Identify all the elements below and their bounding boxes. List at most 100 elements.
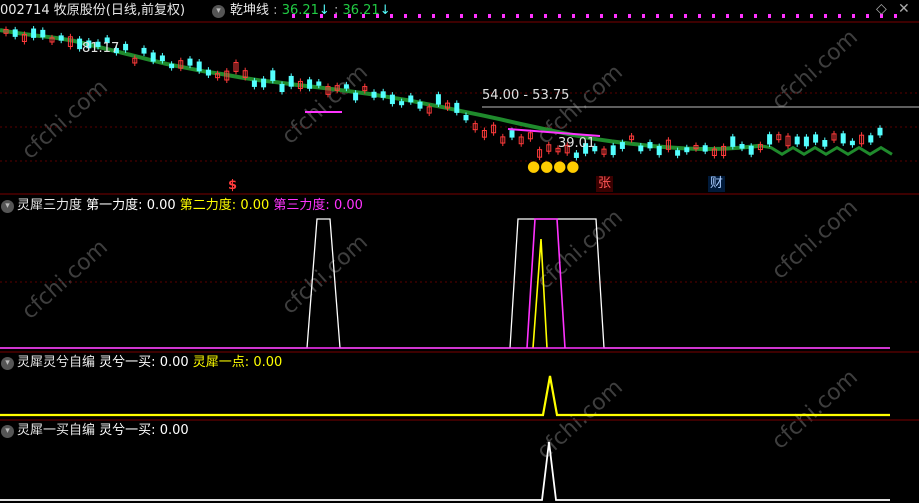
top-signal-dot xyxy=(614,14,617,18)
top-signal-dot xyxy=(852,14,855,18)
top-signal-dot xyxy=(824,14,827,18)
second-strength-series xyxy=(532,238,548,349)
watermark-layer: cfchi.com cfchi.com cfchi.com cfchi.com cfch… xyxy=(17,25,862,464)
panel2-item-3-label: 第三力度 xyxy=(273,198,326,213)
first-buy-series xyxy=(0,441,890,501)
down-arrow-icon-2: ↓ xyxy=(379,3,391,18)
lingxi-point-series xyxy=(0,375,890,417)
candle-body xyxy=(794,136,800,145)
panel4-item-1-value: 0.00 xyxy=(159,423,189,438)
top-signal-dot xyxy=(712,14,715,18)
panel3-item-2-value: 0.00 xyxy=(253,355,283,370)
candle-body xyxy=(849,140,855,146)
top-signal-dot xyxy=(502,14,505,18)
candle-body xyxy=(196,61,202,72)
cai-marker: 财 xyxy=(708,176,726,192)
candle-body xyxy=(435,94,441,105)
panel2-item-1-label: 第一力度 xyxy=(86,198,139,213)
close-icon[interactable]: ✕ xyxy=(898,1,910,17)
panel3-header: 灵犀灵兮自编 灵兮一买: 0.00 灵犀一点: 0.00 xyxy=(17,355,283,370)
candle-body xyxy=(656,146,662,156)
candle-body xyxy=(123,43,129,51)
candle-body xyxy=(77,38,83,50)
candle-body xyxy=(389,94,395,105)
candle-body xyxy=(371,91,377,98)
settings-diamond-icon[interactable]: ◇ xyxy=(876,1,887,17)
first-strength-series xyxy=(0,218,890,349)
candle-body xyxy=(417,101,423,109)
watermark-text-1: cfchi.com xyxy=(277,60,372,149)
top-signal-dot xyxy=(488,14,491,18)
top-signal-dot xyxy=(530,14,533,18)
candle-body xyxy=(702,145,708,152)
panel3-item-1-value: 0.00 xyxy=(159,355,189,370)
chart-header: 002714 牧原股份(日线,前复权) xyxy=(0,3,185,19)
top-signal-dot xyxy=(726,14,729,18)
candle-body xyxy=(813,134,819,143)
watermark-text-0: cfchi.com xyxy=(17,75,112,164)
gold-coins-icon: ●●●● xyxy=(527,157,580,175)
top-signal-dot xyxy=(516,14,519,18)
watermark-text-7: cfchi.com xyxy=(767,195,862,284)
panel3-item-2-label: 灵犀一点 xyxy=(192,355,245,370)
candle-body xyxy=(647,142,653,149)
top-signal-dot xyxy=(656,14,659,18)
indicator-name: 乾坤线 xyxy=(230,3,270,18)
candle-body xyxy=(748,145,754,155)
candle-body xyxy=(187,58,193,66)
top-signal-dot xyxy=(572,14,575,18)
candle-body xyxy=(288,75,294,87)
candle-body xyxy=(12,29,18,37)
watermark-text-9: cfchi.com xyxy=(767,365,862,454)
candle-body xyxy=(509,130,515,138)
top-signal-dot xyxy=(698,14,701,18)
candle-body xyxy=(169,63,175,69)
panel4-item-1-label: 灵兮一买 xyxy=(99,423,152,438)
top-signal-dot xyxy=(446,14,449,18)
panel-three-strength xyxy=(0,218,890,349)
price-low-label: 39.01 xyxy=(558,136,596,151)
panel2-toggle-icon[interactable]: ▾ xyxy=(1,200,14,213)
top-signal-dot xyxy=(544,14,547,18)
collapse-icon[interactable]: ▾ xyxy=(212,5,225,18)
candle-body xyxy=(159,55,165,62)
candle-body xyxy=(141,47,147,54)
panel2-item-2-label: 第二力度 xyxy=(179,198,232,213)
panel-first-buy-custom xyxy=(0,441,890,501)
down-arrow-icon: ↓ xyxy=(318,3,330,18)
top-signal-dot xyxy=(432,14,435,18)
panel3-title: 灵犀灵兮自编 xyxy=(17,355,96,370)
top-signal-dot xyxy=(628,14,631,18)
ma-projection-zigzag xyxy=(759,144,893,157)
candle-body xyxy=(877,127,883,136)
candle-body xyxy=(619,142,625,149)
panel2-item-1-value: 0.00 xyxy=(146,198,176,213)
candle-body xyxy=(675,150,681,156)
panel2-item-2-value: 0.00 xyxy=(240,198,270,213)
candle-body xyxy=(730,136,736,147)
candle-body xyxy=(40,29,46,38)
candle-body xyxy=(380,91,386,98)
panel4-toggle-icon[interactable]: ▾ xyxy=(1,425,14,438)
panel3-toggle-icon[interactable]: ▾ xyxy=(1,357,14,370)
candle-body xyxy=(868,135,874,143)
candle-body xyxy=(343,84,349,89)
candle-body xyxy=(251,80,257,87)
candle-body xyxy=(684,147,690,153)
candle-body xyxy=(803,136,809,147)
price-range-label: 54.00 - 53.75 xyxy=(482,88,570,103)
top-signal-dot xyxy=(586,14,589,18)
panel2-header: 灵犀三力度 第一力度: 0.00 第二力度: 0.00 第三力度: 0.00 xyxy=(17,198,363,213)
indicator-value-1: 36.21 xyxy=(281,3,319,18)
indicator-value-2: 36.21 xyxy=(342,3,380,18)
panel3-item-1-label: 灵兮一买 xyxy=(99,355,152,370)
top-signal-dot xyxy=(600,14,603,18)
candle-body xyxy=(610,145,616,156)
candle-body xyxy=(840,133,846,144)
candle-body xyxy=(638,145,644,152)
top-signal-dot xyxy=(684,14,687,18)
candle-body xyxy=(261,78,267,88)
watermark-text-5: cfchi.com xyxy=(277,230,372,319)
top-signal-dot xyxy=(768,14,771,18)
candle-body xyxy=(399,101,405,106)
